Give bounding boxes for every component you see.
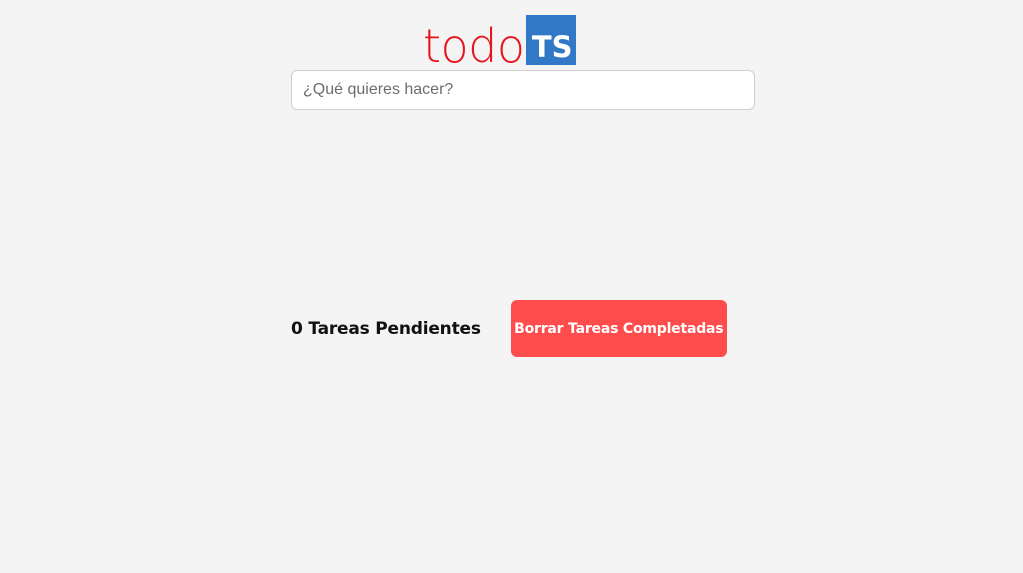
logo: todo TS [423, 13, 576, 69]
logo-text: todo [423, 19, 525, 73]
pending-count-label: Tareas Pendientes [308, 318, 481, 339]
typescript-badge-icon: TS [525, 15, 576, 65]
pending-tasks-count: 0 Tareas Pendientes [291, 319, 481, 339]
todo-app: todo TS 0 Tareas Pendientes Borrar Tarea… [0, 0, 1023, 573]
todo-footer: 0 Tareas Pendientes Borrar Tareas Comple… [291, 300, 727, 357]
new-task-input[interactable] [291, 70, 755, 110]
pending-count-number: 0 [291, 318, 303, 339]
clear-completed-button[interactable]: Borrar Tareas Completadas [510, 300, 727, 357]
